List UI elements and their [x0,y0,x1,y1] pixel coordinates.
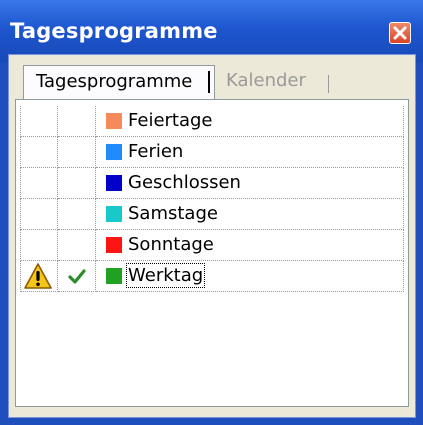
tab-label: Tagesprogramme [36,71,193,92]
list-item[interactable]: Werktag [20,261,404,292]
tab-kalender[interactable]: Kalender [226,65,306,99]
checkmark-icon [68,269,86,284]
program-label: Sonntage [128,234,214,255]
tagesprogramme-list[interactable]: Feiertage Ferien Geschlossen Samstage Sonnta… [15,99,409,407]
program-cell: Ferien [96,137,404,168]
check-cell[interactable] [58,261,96,292]
check-cell[interactable] [58,106,96,137]
program-cell: Samstage [96,199,404,230]
program-cell: Sonntage [96,230,404,261]
warning-cell [20,137,58,168]
tab-separator [328,75,329,93]
check-cell[interactable] [58,199,96,230]
check-cell[interactable] [58,230,96,261]
program-label: Werktag [125,263,206,288]
title-bar[interactable]: Tagesprogramme [0,0,423,62]
warning-cell [20,261,58,292]
list-item[interactable]: Samstage [20,199,404,230]
list-item[interactable]: Sonntage [20,230,404,261]
tab-strip: Tagesprogramme Kalender [23,65,407,99]
check-cell[interactable] [58,137,96,168]
color-swatch [106,175,122,191]
color-swatch [106,206,122,222]
tab-tagesprogramme[interactable]: Tagesprogramme [23,65,215,99]
color-swatch [106,144,122,160]
color-swatch [106,237,122,253]
panel-body: Tagesprogramme Kalender Feiertage Ferien G… [8,54,416,418]
tab-separator [208,71,210,93]
warning-cell [20,199,58,230]
list-item[interactable]: Feiertage [20,106,404,137]
tab-label: Kalender [226,70,306,91]
program-label: Samstage [128,203,218,224]
color-swatch [106,268,122,284]
warning-cell [20,230,58,261]
tagesprogramme-window: Tagesprogramme Tagesprogramme Kalender F… [0,0,423,425]
list-item[interactable]: Geschlossen [20,168,404,199]
warning-cell [20,168,58,199]
window-title: Tagesprogramme [10,19,218,43]
list-item[interactable]: Ferien [20,137,404,168]
program-cell: Geschlossen [96,168,404,199]
warning-icon [24,263,52,289]
color-swatch [106,113,122,129]
program-label: Ferien [128,141,184,162]
program-cell: Werktag [96,261,404,292]
program-label: Geschlossen [128,172,241,193]
close-button[interactable] [389,22,411,44]
program-cell: Feiertage [96,106,404,137]
warning-cell [20,106,58,137]
program-label: Feiertage [128,110,213,131]
close-icon [393,26,407,40]
check-cell[interactable] [58,168,96,199]
